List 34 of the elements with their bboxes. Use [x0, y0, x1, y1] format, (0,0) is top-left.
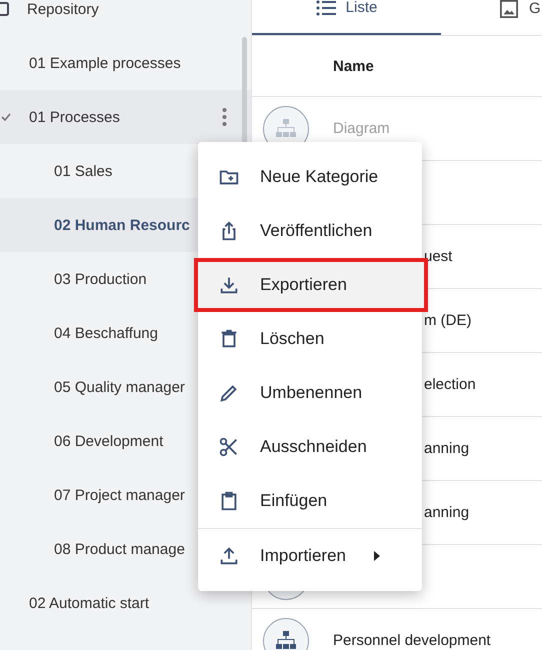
upload-icon	[218, 544, 240, 566]
image-icon	[499, 0, 519, 18]
tree-item-label: 01 Example processes	[29, 54, 181, 72]
tree-item-label: 01 Processes	[29, 108, 120, 126]
process-name: Personnel development	[333, 632, 491, 649]
scissors-icon	[218, 436, 240, 458]
menu-item[interactable]: Einfügen	[198, 474, 422, 528]
tab[interactable]: Liste	[252, 0, 441, 35]
tree-item-label: 08 Product manage	[54, 540, 185, 558]
tree-item[interactable]: Repository	[0, 0, 251, 36]
process-name: m (DE)	[424, 312, 472, 329]
tree-item-label: 02 Human Resourc	[54, 216, 190, 234]
tree-item-label: 05 Quality manager	[54, 378, 185, 396]
tab[interactable]: G	[441, 0, 542, 35]
tree-item-label: 02 Automatic start	[29, 594, 150, 612]
column-header: Name	[333, 58, 374, 74]
process-name: anning	[424, 504, 470, 521]
tree-item-label: 04 Beschaffung	[54, 324, 158, 342]
menu-item[interactable]: Löschen	[198, 312, 422, 366]
tree-item-label: 06 Development	[54, 432, 164, 450]
menu-item[interactable]: Exportieren	[194, 258, 428, 312]
tree-item-label: 01 Sales	[54, 162, 112, 180]
tree-item[interactable]: 01 Example processes	[0, 36, 251, 90]
tree-item[interactable]: 01 Processes	[0, 90, 251, 144]
process-name: anning	[424, 440, 470, 457]
list-icon	[316, 0, 336, 16]
menu-item[interactable]: Ausschneiden	[198, 420, 422, 474]
process-name: Diagram	[333, 120, 390, 137]
menu-item[interactable]: Umbenennen	[198, 366, 422, 420]
more-icon[interactable]	[222, 108, 227, 126]
process-name: election	[424, 376, 476, 393]
tree-item-label: 07 Project manager	[54, 486, 185, 504]
tree-item-label: 03 Production	[54, 270, 147, 288]
tree-item-label: Repository	[27, 0, 99, 18]
